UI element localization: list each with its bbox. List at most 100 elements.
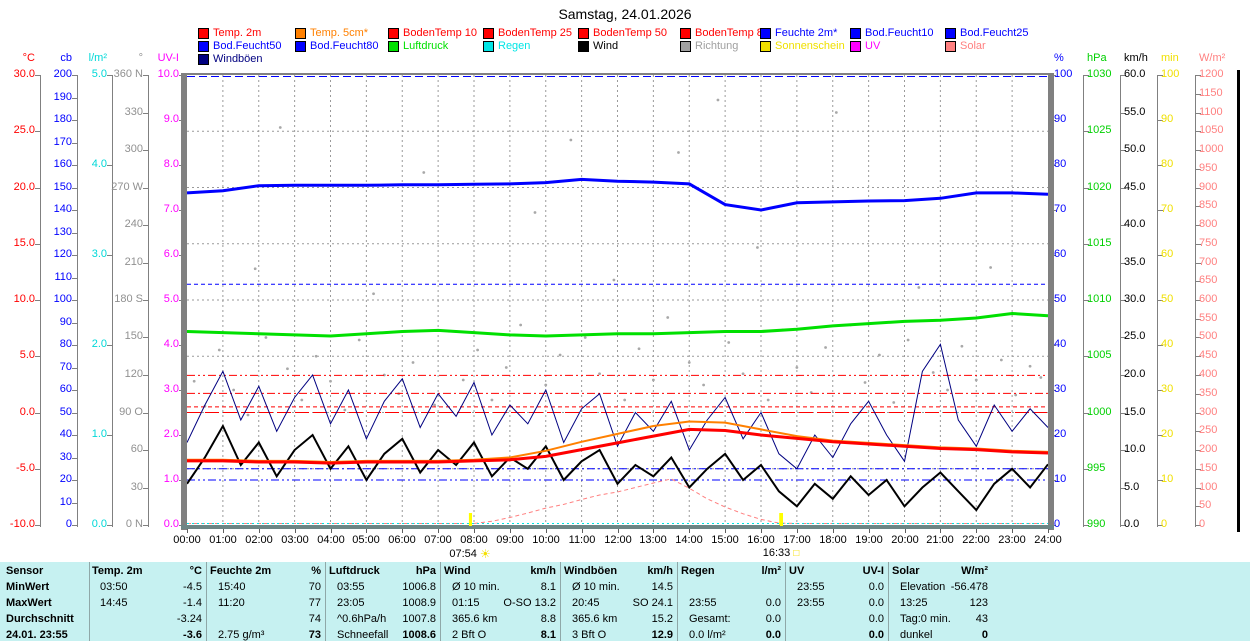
- richtung-point: [246, 413, 250, 417]
- time-axis-tick: [474, 529, 475, 533]
- legend-swatch-icon: [760, 41, 771, 52]
- legend-row: Temp. 2m Temp. 5cm* BodenTemp 10 BodenTemp …: [198, 27, 1029, 40]
- legend-item-temp-5cm-: Temp. 5cm*: [295, 27, 388, 40]
- axis-tick: [143, 188, 149, 189]
- table-cell-value: 0.0: [765, 613, 781, 625]
- axis-tick-label: 8.0: [163, 158, 179, 170]
- legend-label: Temp. 5cm*: [310, 27, 369, 39]
- richtung-point: [461, 378, 465, 382]
- table-cell-value: SO 24.1: [632, 597, 673, 609]
- sunset-label: 16:33 □: [736, 547, 826, 559]
- legend-label: Bod.Feucht50: [213, 40, 282, 52]
- axis-tick-label: 25.0: [13, 124, 35, 136]
- richtung-point: [533, 211, 537, 214]
- axis-tick-label: 10: [59, 496, 72, 508]
- axis-tick-label: 150: [53, 181, 72, 193]
- table-cell-value: 0: [981, 629, 988, 641]
- axis-tick-label: 2.0: [163, 428, 179, 440]
- legend-label: UV: [865, 40, 881, 52]
- axis-tick-label: 4.0: [91, 158, 107, 170]
- legend-item-sonnenschein: Sonnenschein: [760, 40, 850, 53]
- time-axis-tick: [1048, 529, 1049, 533]
- time-axis-tick: [976, 529, 977, 533]
- axis-tick-label: 140: [53, 203, 72, 215]
- axis-tick-label: 1.0: [163, 473, 179, 485]
- richtung-point: [716, 98, 720, 102]
- legend-item-solar: Solar: [945, 40, 986, 53]
- legend-swatch-icon: [198, 41, 209, 52]
- legend-swatch-icon: [483, 41, 494, 52]
- richtung-point: [974, 378, 978, 382]
- time-axis-tick: [869, 529, 870, 533]
- table-column-separator: [325, 562, 326, 641]
- axis-tick-label: 240: [124, 218, 143, 230]
- axis-tick-label: 90: [59, 316, 72, 328]
- table-header-unit-uv: UV-I: [862, 565, 884, 577]
- legend-swatch-icon: [198, 54, 209, 65]
- richtung-point: [372, 292, 375, 296]
- axis-tick: [35, 131, 41, 132]
- axis-tick: [107, 165, 113, 166]
- axis-tick: [72, 458, 78, 459]
- legend-label: Bod.Feucht10: [865, 27, 934, 39]
- axis-tick-label: 270 W: [111, 181, 143, 193]
- axis-tick: [107, 435, 113, 436]
- axis-tick-label: 190: [53, 91, 72, 103]
- richtung-point: [1014, 393, 1018, 397]
- axis-tick: [143, 450, 149, 451]
- richtung-point: [677, 151, 680, 154]
- richtung-point: [357, 338, 361, 342]
- time-axis-tick: [689, 529, 690, 533]
- axis-tick: [72, 98, 78, 99]
- legend-swatch-icon: [483, 28, 494, 39]
- time-axis-tick: [223, 529, 224, 533]
- richtung-point: [834, 111, 838, 114]
- legend-item-richtung: Richtung: [680, 40, 760, 53]
- axis-tick-label: 0.0: [163, 518, 179, 530]
- axis-tick-label: 110: [54, 271, 72, 283]
- table-cell-value: 0.0: [765, 597, 781, 609]
- axis-tick-label: 10: [1054, 473, 1067, 485]
- axis-tick-label: 9.0: [163, 113, 179, 125]
- axis-tick-label: 50: [59, 406, 72, 418]
- richtung-point: [490, 398, 494, 402]
- table-row-label: MinWert: [6, 581, 50, 593]
- table-row-label: Durchschnitt: [6, 613, 74, 625]
- richtung-point: [343, 408, 347, 412]
- table-header-unit-regen: l/m²: [761, 565, 781, 577]
- richtung-point: [766, 398, 770, 402]
- legend-swatch-icon: [945, 41, 956, 52]
- table-column-separator: [89, 562, 90, 641]
- legend-item-regen: Regen: [483, 40, 578, 53]
- legend-swatch-icon: [578, 41, 589, 52]
- time-axis-tick: [582, 529, 583, 533]
- axis-tick-label: 5.0: [163, 293, 179, 305]
- sun-icon: ☀: [479, 547, 491, 561]
- axis-tick-label: 5.0: [19, 349, 35, 361]
- axis-tick: [143, 337, 149, 338]
- table-column-separator: [560, 562, 561, 641]
- legend-label: Bod.Feucht80: [310, 40, 379, 52]
- sunrise-time: 07:54: [449, 548, 477, 560]
- axis-tick-label: 6.0: [163, 248, 179, 260]
- richtung-point: [422, 171, 426, 174]
- time-axis-tick: [402, 529, 403, 533]
- richtung-point: [612, 278, 616, 282]
- richtung-point: [727, 341, 731, 344]
- time-axis-tick: [653, 529, 654, 533]
- richtung-point: [504, 366, 508, 369]
- table-column-separator: [440, 562, 441, 641]
- axis-tick: [72, 390, 78, 391]
- axis-tick-label: 40.0: [1124, 218, 1146, 230]
- table-column-separator: [206, 562, 207, 641]
- richtung-point: [946, 388, 949, 392]
- legend-item-temp-2m: Temp. 2m: [198, 27, 295, 40]
- axis-tick: [72, 120, 78, 121]
- legend-label: Solar: [960, 40, 986, 52]
- axis-tick-label: 4.0: [163, 338, 179, 350]
- axis-tick: [107, 255, 113, 256]
- richtung-point: [999, 358, 1003, 362]
- axis-tick: [143, 150, 149, 151]
- table-cell-value: -56.478: [950, 581, 988, 593]
- richtung-point: [598, 372, 601, 376]
